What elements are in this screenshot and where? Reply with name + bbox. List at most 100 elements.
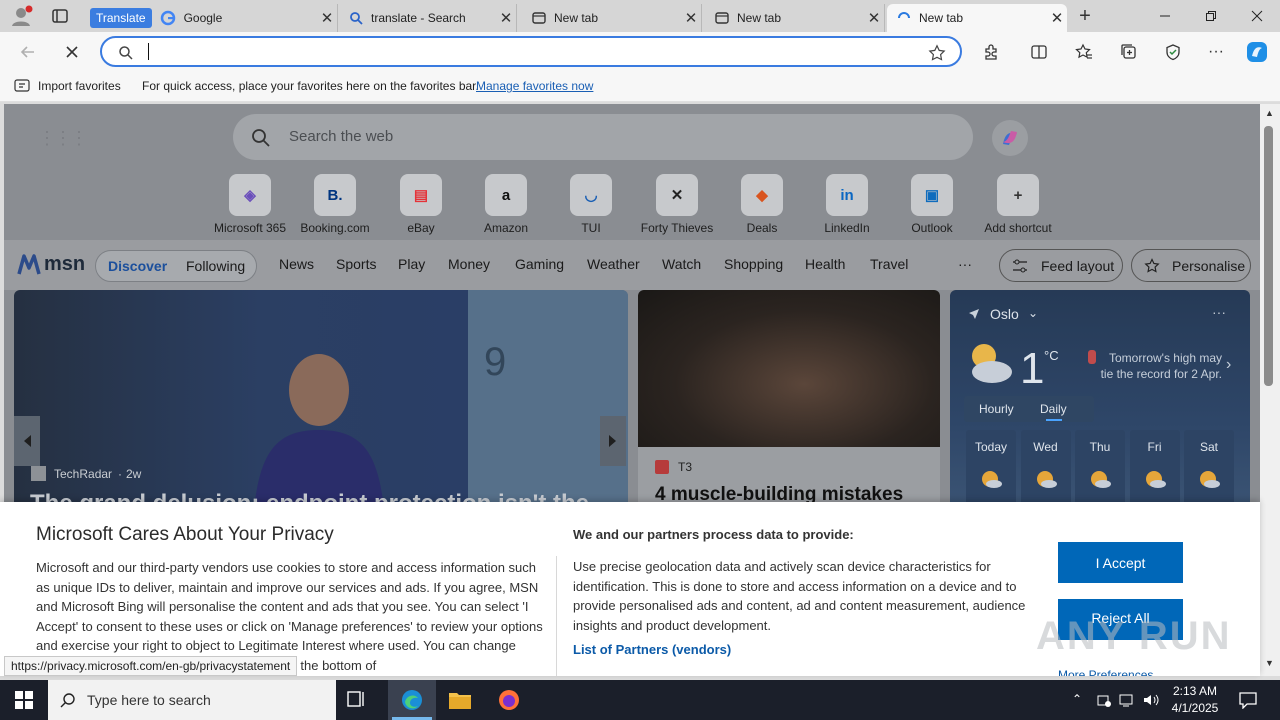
msn-nav-watch[interactable]: Watch — [662, 256, 701, 272]
weather-more-icon[interactable]: ··· — [1212, 304, 1226, 320]
quick-link-forty-thieves[interactable]: ✕ Forty Thieves — [637, 174, 717, 235]
tab-google[interactable]: Translate Google ✕ — [88, 4, 338, 32]
personalise-button[interactable]: Personalise — [1131, 249, 1251, 282]
msn-nav-weather[interactable]: Weather — [587, 256, 640, 272]
quick-link-add-shortcut[interactable]: + Add shortcut — [978, 174, 1058, 235]
forecast-day[interactable]: Today — [966, 430, 1016, 510]
close-tab-icon[interactable]: ✕ — [681, 9, 701, 27]
tui-icon: ◡ — [570, 174, 612, 216]
msn-nav-gaming[interactable]: Gaming — [515, 256, 564, 272]
msn-nav-money[interactable]: Money — [448, 256, 490, 272]
msn-nav-sports[interactable]: Sports — [336, 256, 376, 272]
tab-translate-search[interactable]: translate - Search ✕ — [339, 4, 517, 32]
scroll-thumb[interactable] — [1264, 126, 1273, 386]
quick-link-ebay[interactable]: ▤ eBay — [381, 174, 461, 235]
quick-link-outlook[interactable]: ▣ Outlook — [892, 174, 972, 235]
linkedin-icon: in — [826, 174, 868, 216]
clock-date[interactable]: 4/1/2025 — [1166, 701, 1224, 715]
copilot-search-icon[interactable] — [992, 120, 1028, 156]
quick-link-booking-com[interactable]: B. Booking.com — [295, 174, 375, 235]
forecast-day[interactable]: Wed — [1020, 430, 1071, 510]
accept-button[interactable]: I Accept — [1058, 542, 1183, 583]
tab-new-tab-active[interactable]: New tab ✕ — [887, 4, 1067, 32]
carousel-prev-icon[interactable] — [14, 416, 40, 466]
search-icon — [118, 45, 134, 61]
edge-taskbar-icon[interactable] — [388, 680, 436, 720]
msn-nav-health[interactable]: Health — [805, 256, 845, 272]
new-tab-plus-icon[interactable]: + — [1074, 6, 1096, 26]
restore-icon[interactable] — [1188, 0, 1234, 32]
close-tab-icon[interactable]: ✕ — [317, 9, 337, 27]
more-nav-icon[interactable]: ··· — [958, 256, 972, 272]
text-caret — [148, 43, 149, 60]
msn-nav-play[interactable]: Play — [398, 256, 425, 272]
clock-time[interactable]: 2:13 AM — [1170, 684, 1220, 698]
browser-essentials-icon[interactable] — [1161, 40, 1185, 64]
stop-loading-icon[interactable] — [60, 40, 84, 64]
quick-link-microsoft-365[interactable]: ◈ Microsoft 365 — [210, 174, 290, 235]
firefox-icon[interactable] — [497, 688, 521, 712]
msn-nav-news[interactable]: News — [279, 256, 314, 272]
windows-start-icon[interactable] — [0, 680, 48, 720]
chevron-down-icon[interactable]: ⌄ — [1028, 306, 1038, 320]
network-icon[interactable] — [1118, 692, 1136, 708]
file-explorer-icon[interactable] — [448, 689, 472, 711]
notifications-icon[interactable] — [1238, 691, 1258, 709]
copilot-icon[interactable] — [1245, 40, 1269, 64]
extensions-icon[interactable] — [979, 40, 1003, 64]
scroll-up-icon[interactable]: ▲ — [1265, 108, 1274, 118]
close-tab-icon[interactable]: ✕ — [864, 9, 884, 27]
taskbar-search-box[interactable]: Type here to search — [48, 680, 336, 720]
page-scrollbar[interactable]: ▲ ▼ — [1260, 104, 1280, 676]
profile-avatar[interactable] — [8, 4, 34, 28]
quick-link-deals[interactable]: ◆ Deals — [722, 174, 802, 235]
hero-news-card[interactable]: 9 TechRadar · 2w The grand delusion: end… — [14, 290, 628, 510]
network-warning-icon[interactable] — [1096, 692, 1112, 708]
web-search-box[interactable]: Search the web — [233, 114, 973, 160]
settings-more-icon[interactable]: ··· — [1204, 40, 1228, 64]
split-screen-icon[interactable] — [1027, 40, 1051, 64]
tab-new-tab-1[interactable]: New tab ✕ — [522, 4, 702, 32]
weather-card[interactable]: Oslo ⌄ ··· 1 °C Tomorrow's high may tie … — [950, 290, 1250, 510]
manage-favorites-link[interactable]: Manage favorites now — [476, 79, 593, 93]
chevron-right-icon[interactable]: › — [1226, 356, 1231, 374]
forecast-day[interactable]: Fri — [1129, 430, 1180, 510]
close-tab-icon[interactable]: ✕ — [1047, 9, 1067, 27]
import-favorites-button[interactable]: Import favorites — [38, 79, 121, 93]
msn-nav-travel[interactable]: Travel — [870, 256, 908, 272]
forecast-day[interactable]: Sat — [1184, 430, 1234, 510]
tab-following[interactable]: Following — [186, 258, 245, 274]
more-preferences-link[interactable]: More Preferences — [1058, 668, 1153, 676]
minimize-icon[interactable] — [1142, 0, 1188, 32]
quick-link-tui[interactable]: ◡ TUI — [551, 174, 631, 235]
back-arrow-icon[interactable] — [16, 40, 40, 64]
list-of-partners-link[interactable]: List of Partners (vendors) — [573, 642, 731, 657]
tab-discover[interactable]: Discover — [108, 258, 167, 274]
feed-layout-button[interactable]: Feed layout — [999, 249, 1123, 282]
scroll-down-icon[interactable]: ▼ — [1265, 658, 1274, 668]
quick-link-amazon[interactable]: a Amazon — [466, 174, 546, 235]
address-bar[interactable] — [100, 36, 962, 67]
quick-link-linkedin[interactable]: in LinkedIn — [807, 174, 887, 235]
msn-nav-shopping[interactable]: Shopping — [724, 256, 783, 272]
carousel-next-icon[interactable] — [600, 416, 626, 466]
hourly-tab[interactable]: Hourly — [979, 402, 1014, 416]
app-launcher-icon[interactable]: ⋮⋮⋮ — [38, 128, 88, 149]
news-card-t3[interactable]: T3 4 muscle-building mistakes — [638, 290, 940, 510]
favorites-icon[interactable] — [1072, 40, 1096, 64]
forecast-day[interactable]: Thu — [1075, 430, 1125, 510]
tab-new-tab-2[interactable]: New tab ✕ — [705, 4, 885, 32]
tab-actions-icon[interactable] — [50, 6, 70, 26]
daily-tab[interactable]: Daily — [1040, 402, 1067, 416]
close-window-icon[interactable] — [1234, 0, 1280, 32]
show-hidden-icons-icon[interactable]: ⌃ — [1072, 692, 1082, 706]
favorite-star-icon[interactable] — [928, 44, 946, 62]
close-tab-icon[interactable]: ✕ — [496, 9, 516, 27]
task-view-icon[interactable] — [346, 690, 368, 710]
collections-icon[interactable] — [1117, 40, 1141, 64]
volume-icon[interactable] — [1142, 692, 1160, 708]
weather-city[interactable]: Oslo — [990, 306, 1019, 322]
address-input[interactable] — [146, 41, 906, 63]
weather-unit[interactable]: °C — [1044, 348, 1059, 363]
quick-link-label: Outlook — [911, 221, 953, 235]
